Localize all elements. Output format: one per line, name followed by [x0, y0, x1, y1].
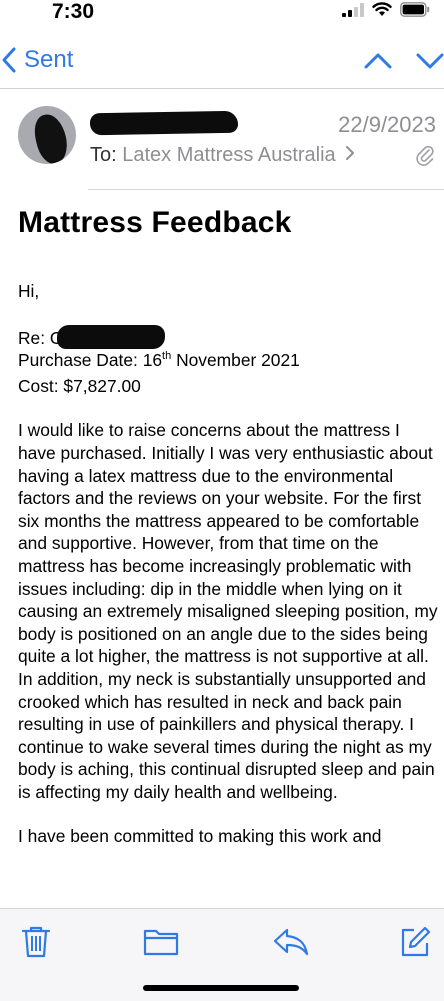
- status-icons: [342, 2, 430, 17]
- purchase-date-month: November 2021: [171, 350, 300, 371]
- purchase-date-line: Purchase Date: 16th November 2021: [18, 349, 438, 375]
- recipient-name: Latex Mattress Australia: [122, 144, 336, 166]
- purchase-date-text: Purchase Date: 16: [18, 350, 163, 371]
- chevron-left-icon: [2, 47, 16, 73]
- greeting: Hi,: [18, 281, 40, 301]
- status-bar: 7:30: [0, 0, 444, 28]
- reply-icon[interactable]: [272, 925, 310, 957]
- back-label: Sent: [24, 46, 74, 73]
- signal-icon: [342, 2, 364, 17]
- chevron-down-icon[interactable]: [416, 52, 444, 70]
- purchase-date-suffix: th: [162, 350, 172, 363]
- status-time: 7:30: [52, 0, 95, 23]
- recipient-row[interactable]: To: Latex Mattress Australia: [90, 144, 355, 167]
- message-header: 22/9/2023 To: Latex Mattress Australia: [0, 92, 444, 190]
- avatar: [18, 106, 76, 164]
- home-indicator[interactable]: [143, 985, 299, 991]
- sender-redacted[interactable]: [89, 110, 239, 136]
- wifi-icon: [372, 2, 392, 16]
- message-navigation: [364, 52, 444, 70]
- message-subject: Mattress Feedback: [18, 206, 292, 239]
- trash-icon[interactable]: [20, 925, 52, 959]
- cost-line: Cost: $7,827.00: [18, 375, 141, 396]
- compose-icon[interactable]: [398, 925, 432, 959]
- chevron-up-icon[interactable]: [364, 52, 392, 70]
- redaction-mark: [31, 111, 71, 164]
- order-number-redacted: [57, 324, 166, 349]
- message-date: 22/9/2023: [338, 112, 436, 137]
- back-button[interactable]: Sent: [0, 46, 73, 74]
- message-body: Hi, Re: Order Purchase Date: 16th Novemb…: [18, 280, 438, 848]
- nav-bar: Sent: [0, 38, 444, 89]
- chevron-right-icon: [346, 146, 355, 160]
- folder-icon[interactable]: [142, 925, 180, 957]
- body-paragraph-2: I have been committed to making this wor…: [18, 826, 382, 847]
- order-line: Re: Order: [18, 324, 438, 350]
- paperclip-icon: [416, 145, 434, 166]
- body-paragraph: I would like to raise concerns about the…: [18, 420, 438, 802]
- battery-icon: [400, 2, 430, 17]
- to-label: To:: [90, 144, 117, 166]
- header-divider: [88, 189, 444, 190]
